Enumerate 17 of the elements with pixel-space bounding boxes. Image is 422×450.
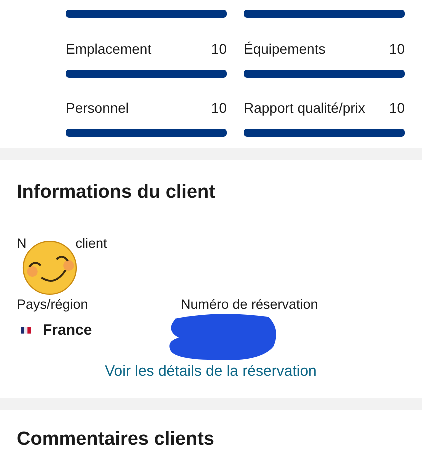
field-value: France: [43, 322, 92, 339]
rating-label: Équipements: [244, 40, 326, 57]
rating-score: 10: [211, 100, 227, 116]
field-label: client: [76, 236, 108, 251]
section-title: Commentaires clients: [17, 429, 216, 450]
field-label: N: [17, 236, 27, 251]
details-link[interactable]: Voir les détails de la réservation: [17, 363, 405, 380]
rating-label: Personnel: [66, 100, 130, 116]
rating-score: 10: [211, 40, 227, 57]
section-title: Informations du client: [17, 182, 216, 204]
field-label: Pays/région: [17, 297, 90, 312]
rating-score: 10: [389, 100, 405, 116]
rating-label: Emplacement: [66, 40, 152, 57]
rating-score: 10: [389, 40, 405, 57]
rating-label: Rapport qualité/prix: [244, 100, 366, 116]
flag-icon: [21, 327, 31, 334]
field-label: Numéro de réservation: [181, 297, 320, 312]
